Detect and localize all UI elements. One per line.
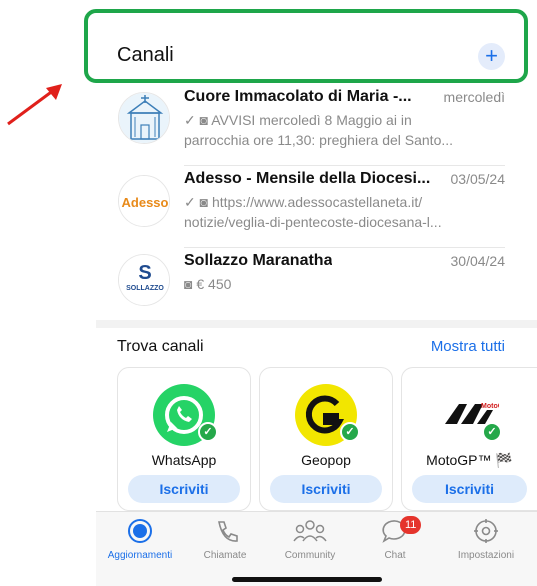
card-name: MotoGP™ 🏁: [426, 452, 513, 468]
tab-label: Aggiornamenti: [107, 550, 173, 561]
card-name: Geopop: [301, 452, 351, 468]
channel-preview: ✓ ◙ AVVISI mercoledì 8 Maggio ai in parr…: [184, 110, 504, 150]
svg-text:SOLLAZZO: SOLLAZZO: [126, 285, 164, 292]
preview-line-1: AVVISI mercoledì 8 Maggio ai in: [211, 112, 412, 128]
section-separator: [96, 320, 537, 328]
channel-card-geopop[interactable]: ✓ Geopop Iscriviti: [259, 367, 393, 511]
sollazzo-logo: S SOLLAZZO: [119, 255, 169, 305]
channel-name: Adesso - Mensile della Diocesi...: [184, 170, 431, 187]
avatar: S SOLLAZZO: [118, 254, 170, 306]
tab-label: Chat: [384, 550, 406, 561]
preview-line-1: https://www.adessocastellaneta.it/: [211, 194, 423, 210]
updates-icon: [96, 516, 184, 546]
channel-card-motogp[interactable]: MotoGP ✓ MotoGP™ 🏁 Iscriviti: [401, 367, 537, 511]
subscribe-button[interactable]: Iscriviti: [270, 475, 382, 503]
channel-name: Sollazzo Maranatha: [184, 252, 333, 269]
tab-updates[interactable]: Aggiornamenti: [96, 516, 184, 561]
verified-icon: ✓: [340, 422, 360, 442]
tab-label: Community: [284, 550, 336, 561]
divider: [184, 247, 505, 248]
highlight-box: [84, 9, 528, 83]
phone-icon: [181, 516, 269, 546]
preview-line-2: notizie/veglia-di-pentecoste-diocesana-l…: [184, 214, 442, 230]
gear-icon: [436, 516, 536, 546]
camera-icon: ◙: [184, 276, 193, 292]
home-indicator: [232, 577, 382, 582]
divider: [184, 165, 505, 166]
tab-settings[interactable]: Impostazioni: [436, 516, 536, 561]
preview-line-1: € 450: [196, 276, 232, 292]
channel-date: 03/05/24: [450, 171, 506, 187]
tab-chat[interactable]: 11 Chat: [351, 516, 439, 561]
verified-icon: ✓: [482, 422, 502, 442]
tab-label: Impostazioni: [457, 550, 515, 561]
channel-card-whatsapp[interactable]: ✓ WhatsApp Iscriviti: [117, 367, 251, 511]
channel-row[interactable]: S SOLLAZZO Sollazzo Maranatha 30/04/24 ◙…: [96, 252, 537, 320]
channel-date: 30/04/24: [450, 253, 506, 269]
avatar: Adesso: [118, 175, 170, 227]
svg-text:S: S: [138, 262, 151, 284]
svg-text:Adesso: Adesso: [122, 195, 169, 210]
subscribe-button[interactable]: Iscriviti: [412, 475, 527, 503]
channel-preview: ✓ ◙ https://www.adessocastellaneta.it/ n…: [184, 192, 504, 232]
channel-name: Cuore Immacolato di Maria -...: [184, 88, 412, 105]
annotation-arrow: [7, 84, 62, 126]
check-icon: ✓: [184, 112, 196, 128]
channel-date: mercoledì: [443, 89, 505, 105]
camera-icon: ◙: [199, 194, 209, 210]
channels-screen: Canali + Cuore Immacolato di Maria -... …: [96, 0, 537, 586]
avatar: [118, 92, 170, 144]
tab-calls[interactable]: Chiamate: [181, 516, 269, 561]
preview-line-2: parrocchia ore 11,30: preghiera del Sant…: [184, 132, 454, 148]
adesso-logo: Adesso: [119, 176, 169, 226]
chat-icon: [351, 516, 439, 546]
find-channels-title: Trova canali: [117, 338, 204, 355]
camera-icon: ◙: [199, 112, 209, 128]
show-all-link[interactable]: Mostra tutti: [431, 338, 505, 355]
church-icon: [119, 93, 169, 143]
card-name: WhatsApp: [151, 452, 217, 468]
verified-icon: ✓: [198, 422, 218, 442]
tab-community[interactable]: Community: [266, 516, 354, 561]
tab-bar: Aggiornamenti Chiamate Community 11 Chat: [96, 511, 537, 586]
subscribe-button[interactable]: Iscriviti: [128, 475, 240, 503]
channel-row[interactable]: Adesso Adesso - Mensile della Diocesi...…: [96, 170, 537, 248]
tab-label: Chiamate: [203, 550, 247, 561]
svg-text:MotoGP: MotoGP: [481, 403, 499, 410]
unread-badge: 11: [400, 516, 422, 534]
community-icon: [266, 516, 354, 546]
check-icon: ✓: [184, 194, 196, 210]
channel-preview: ◙ € 450: [184, 274, 504, 294]
channel-row[interactable]: Cuore Immacolato di Maria -... mercoledì…: [96, 88, 537, 166]
